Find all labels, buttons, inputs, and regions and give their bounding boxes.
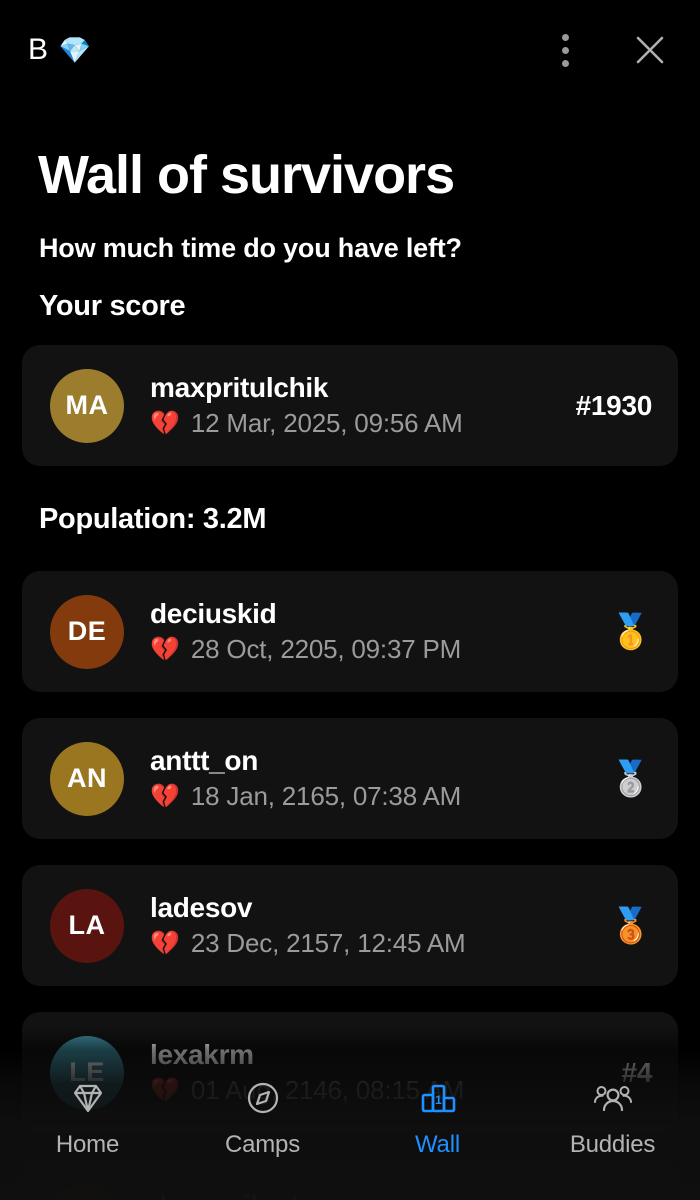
gold-medal-icon: 🥇 xyxy=(609,612,652,651)
leaderboard-row[interactable]: AN anttt_on 💔 18 Jan, 2165, 07:38 AM 🥈 xyxy=(22,718,678,839)
nav-label-buddies: Buddies xyxy=(569,1131,656,1158)
row-info: anttt_on 💔 18 Jan, 2165, 07:38 AM xyxy=(150,745,610,812)
broken-heart-icon: 💔 xyxy=(150,635,180,663)
avatar: DE xyxy=(50,594,124,669)
user-name: ladesov xyxy=(150,892,253,923)
people-icon xyxy=(591,1075,635,1121)
app-root: B 💎 Wall of survivors How much time do y… xyxy=(0,0,700,1200)
kebab-dot xyxy=(561,59,569,67)
compass-icon xyxy=(241,1075,285,1121)
avatar: AN xyxy=(50,741,124,816)
gem-emoji-icon: 💎 xyxy=(58,35,91,65)
row-date-line: 💔 23 Dec, 2157, 12:45 AM xyxy=(150,928,610,959)
your-score-section-title: Your score xyxy=(39,290,186,322)
your-score-row[interactable]: MA maxpritulchik 💔 12 Mar, 2025, 09:56 A… xyxy=(22,345,678,466)
podium-icon: 1 xyxy=(416,1075,460,1121)
broken-heart-icon: 💔 xyxy=(150,409,180,437)
nav-item-buddies[interactable]: Buddies xyxy=(525,1075,700,1159)
row-info: deciuskid 💔 28 Oct, 2205, 09:37 PM xyxy=(150,598,610,665)
row-date-line: 💔 28 Oct, 2205, 09:37 PM xyxy=(150,634,610,665)
svg-text:1: 1 xyxy=(435,1093,442,1107)
row-info: ladesov 💔 23 Dec, 2157, 12:45 AM xyxy=(150,892,610,959)
nav-label-home: Home xyxy=(55,1131,120,1158)
nav-item-wall[interactable]: 1 Wall xyxy=(350,1075,525,1159)
page-title: Wall of survivors xyxy=(38,145,455,205)
row-date-line: 💔 12 Mar, 2025, 09:56 AM xyxy=(150,408,576,439)
diamond-icon xyxy=(66,1075,110,1121)
brand-letter: B xyxy=(28,33,49,66)
leaderboard-row[interactable]: LA ladesov 💔 23 Dec, 2157, 12:45 AM 🥉 xyxy=(22,865,678,986)
death-date: 12 Mar, 2025, 09:56 AM xyxy=(190,408,463,438)
row-info: maxpritulchik 💔 12 Mar, 2025, 09:56 AM xyxy=(150,372,576,439)
nav-label-wall: Wall xyxy=(415,1131,460,1158)
broken-heart-icon: 💔 xyxy=(150,782,180,810)
death-date: 23 Dec, 2157, 12:45 AM xyxy=(190,928,466,958)
top-bar: B 💎 xyxy=(0,0,700,100)
page-subtitle: How much time do you have left? xyxy=(39,233,462,263)
kebab-menu-icon[interactable] xyxy=(548,28,582,72)
row-date-line: 💔 18 Jan, 2165, 07:38 AM xyxy=(150,781,610,812)
avatar: MA xyxy=(50,368,124,443)
death-date: 28 Oct, 2205, 09:37 PM xyxy=(190,634,462,664)
nav-item-home[interactable]: Home xyxy=(0,1075,175,1159)
kebab-dot xyxy=(561,46,569,54)
bottom-navigation-bar: Home Camps 1 Wall Buddies xyxy=(0,1055,700,1200)
kebab-dot xyxy=(561,33,569,41)
rank-value: #1930 xyxy=(575,389,653,421)
nav-item-camps[interactable]: Camps xyxy=(175,1075,350,1159)
user-name: anttt_on xyxy=(150,745,259,776)
death-date: 18 Jan, 2165, 07:38 AM xyxy=(190,781,462,811)
user-name: deciuskid xyxy=(150,598,277,629)
close-icon[interactable] xyxy=(628,28,672,72)
broken-heart-icon: 💔 xyxy=(150,929,180,957)
population-section-title: Population: 3.2M xyxy=(39,503,267,535)
silver-medal-icon: 🥈 xyxy=(609,759,652,798)
bronze-medal-icon: 🥉 xyxy=(609,906,652,945)
avatar: LA xyxy=(50,888,124,963)
nav-label-camps: Camps xyxy=(224,1131,301,1158)
user-name: maxpritulchik xyxy=(150,372,329,403)
app-brand: B 💎 xyxy=(28,35,91,65)
leaderboard-row[interactable]: DE deciuskid 💔 28 Oct, 2205, 09:37 PM 🥇 xyxy=(22,571,678,692)
